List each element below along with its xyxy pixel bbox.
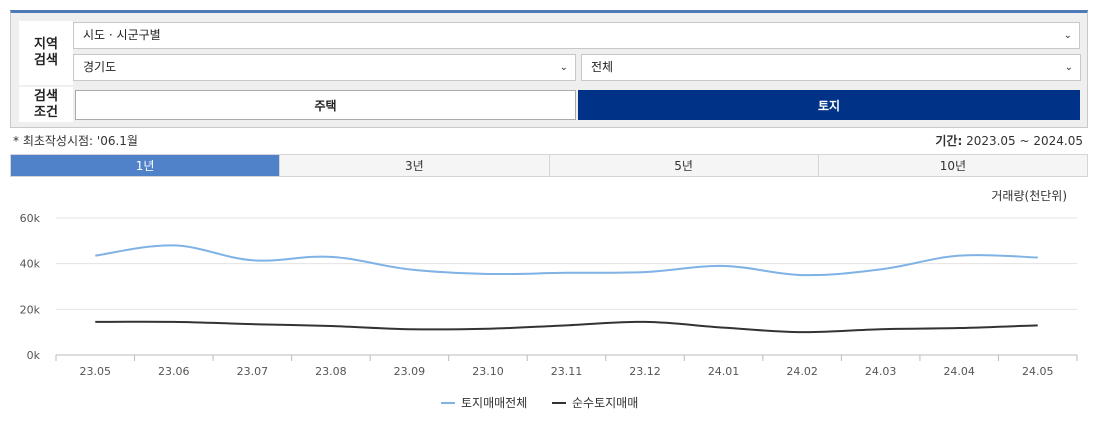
x-tick-label: 24.01 (708, 365, 740, 378)
y-tick-label: 60k (20, 212, 41, 225)
tab-5-years[interactable]: 5년 (550, 155, 819, 176)
y-tick-label: 20k (20, 303, 41, 316)
x-tick-label: 23.08 (315, 365, 347, 378)
region-mode-value: 시도 · 시군구별 (83, 28, 161, 42)
x-tick-label: 24.04 (943, 365, 975, 378)
city-value: 전체 (591, 60, 614, 74)
transaction-volume-chart: 거래량(천단위) 0k 20k 40k 60k 23.05 23.06 23.07 23.0… (20, 188, 1078, 410)
period-value: 2023.05 ~ 2024.05 (962, 134, 1083, 148)
tab-1-year[interactable]: 1년 (11, 155, 281, 176)
series-line-1 (95, 244, 1038, 277)
x-tick-label: 23.11 (551, 365, 583, 378)
x-tick-label: 23.06 (158, 365, 190, 378)
x-tick-label: 24.05 (1022, 365, 1054, 378)
region-search-label-text: 지역 검색 (34, 37, 58, 68)
y-tick-label: 40k (20, 258, 41, 271)
series-line-2 (95, 320, 1038, 334)
region-search-label: 지역 검색 (19, 21, 73, 85)
region-mode-select[interactable]: 시도 · 시군구별 ⌄ (73, 22, 1080, 49)
x-tick-label: 23.07 (237, 365, 269, 378)
x-tick-label: 23.09 (394, 365, 426, 378)
x-tick-label: 24.03 (865, 365, 897, 378)
first-created-note: * 최초작성시점: '06.1월 (13, 134, 138, 148)
y-tick-label: 0k (27, 349, 41, 362)
city-select[interactable]: 전체 ⌄ (581, 54, 1081, 81)
x-tick-label: 23.05 (80, 365, 112, 378)
chevron-down-icon: ⌄ (559, 62, 568, 73)
tab-10-years[interactable]: 10년 (819, 155, 1087, 176)
tab-3-years[interactable]: 3년 (280, 155, 550, 176)
search-condition-label: 검색 조건 (19, 87, 73, 122)
province-value: 경기도 (83, 60, 117, 74)
period-label: 기간: (935, 134, 963, 148)
period-tabs: 1년 3년 5년 10년 (10, 154, 1088, 177)
legend-label[interactable]: 토지매매전체 (461, 396, 527, 410)
y-axis-unit-label: 거래량(천단위) (991, 188, 1067, 203)
province-select[interactable]: 경기도 ⌄ (73, 54, 576, 81)
legend-label[interactable]: 순수토지매매 (572, 396, 638, 410)
search-panel: 지역 검색 검색 조건 시도 · 시군구별 ⌄ 경기도 ⌄ 전체 ⌄ 주택 토지 (10, 10, 1088, 128)
period-info: 기간: 2023.05 ~ 2024.05 (935, 132, 1083, 149)
search-condition-label-text: 검색 조건 (34, 88, 58, 120)
land-button[interactable]: 토지 (578, 90, 1080, 120)
x-tick-label: 24.02 (786, 365, 818, 378)
house-button[interactable]: 주택 (75, 90, 576, 120)
chevron-down-icon: ⌄ (1063, 30, 1072, 41)
x-tick-label: 23.10 (472, 365, 504, 378)
chevron-down-icon: ⌄ (1064, 62, 1073, 73)
x-tick-label: 23.12 (629, 365, 661, 378)
